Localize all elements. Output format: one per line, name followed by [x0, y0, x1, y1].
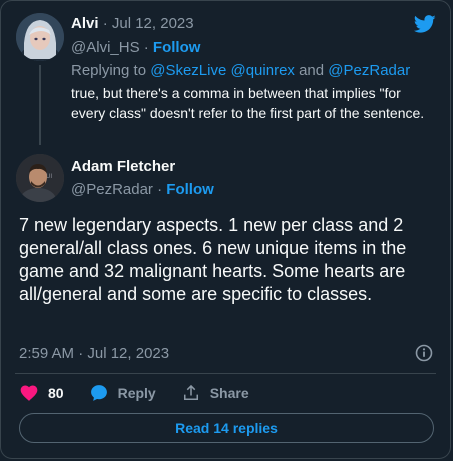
mention-link[interactable]: @SkezLive	[150, 62, 226, 79]
mention-link[interactable]: @PezRadar	[328, 62, 410, 79]
author-name[interactable]: Adam Fletcher	[71, 158, 175, 175]
share-arrow-icon	[183, 384, 198, 400]
divider	[15, 373, 436, 374]
read-replies-button[interactable]: Read 14 replies	[19, 413, 434, 443]
info-icon[interactable]	[414, 343, 434, 363]
author-handle[interactable]: @PezRadar	[71, 181, 153, 198]
reply-tweet-handle-row: @Alvi_HS · Follow	[71, 39, 200, 56]
action-bar: 80 Reply Share	[19, 382, 274, 404]
main-tweet-text: 7 new legendary aspects. 1 new per class…	[19, 215, 407, 304]
avatar[interactable]	[16, 13, 64, 61]
heart-icon	[20, 385, 38, 401]
dot-separator: ·	[157, 181, 163, 198]
like-button[interactable]: 80	[19, 383, 64, 403]
mention-link[interactable]: @quinrex	[230, 62, 294, 79]
reply-tweet-header: Alvi · Jul 12, 2023	[71, 15, 194, 32]
author-name[interactable]: Alvi	[71, 15, 99, 32]
and-label: and	[299, 62, 325, 79]
dot-separator: ·	[102, 15, 108, 32]
tweet-date[interactable]: Jul 12, 2023	[112, 15, 194, 32]
reply-button[interactable]: Reply	[89, 383, 156, 403]
twitter-bird-icon[interactable]	[412, 13, 438, 35]
avatar[interactable]: UI	[16, 154, 64, 202]
share-button[interactable]: Share	[181, 383, 249, 403]
share-label: Share	[209, 385, 249, 401]
author-handle[interactable]: @Alvi_HS	[71, 39, 140, 56]
thread-connector-line	[39, 65, 41, 145]
speech-bubble-icon	[90, 385, 107, 401]
main-tweet-handle-row: @PezRadar · Follow	[71, 181, 214, 198]
like-count: 80	[48, 385, 64, 401]
reply-tweet-text: true, but there's a comma in between tha…	[71, 85, 425, 121]
replying-to-label: Replying to	[71, 62, 147, 79]
dot-separator: ·	[143, 39, 149, 56]
reply-label: Reply	[117, 385, 156, 401]
replying-to-line: Replying to @SkezLive @quinrex and @PezR…	[71, 62, 410, 79]
tweet-timestamp[interactable]: 2:59 AM · Jul 12, 2023	[19, 345, 169, 362]
tweet-embed-card: Alvi · Jul 12, 2023 @Alvi_HS · Follow Re…	[0, 0, 451, 459]
follow-button[interactable]: Follow	[166, 181, 214, 198]
follow-button[interactable]: Follow	[153, 39, 201, 56]
